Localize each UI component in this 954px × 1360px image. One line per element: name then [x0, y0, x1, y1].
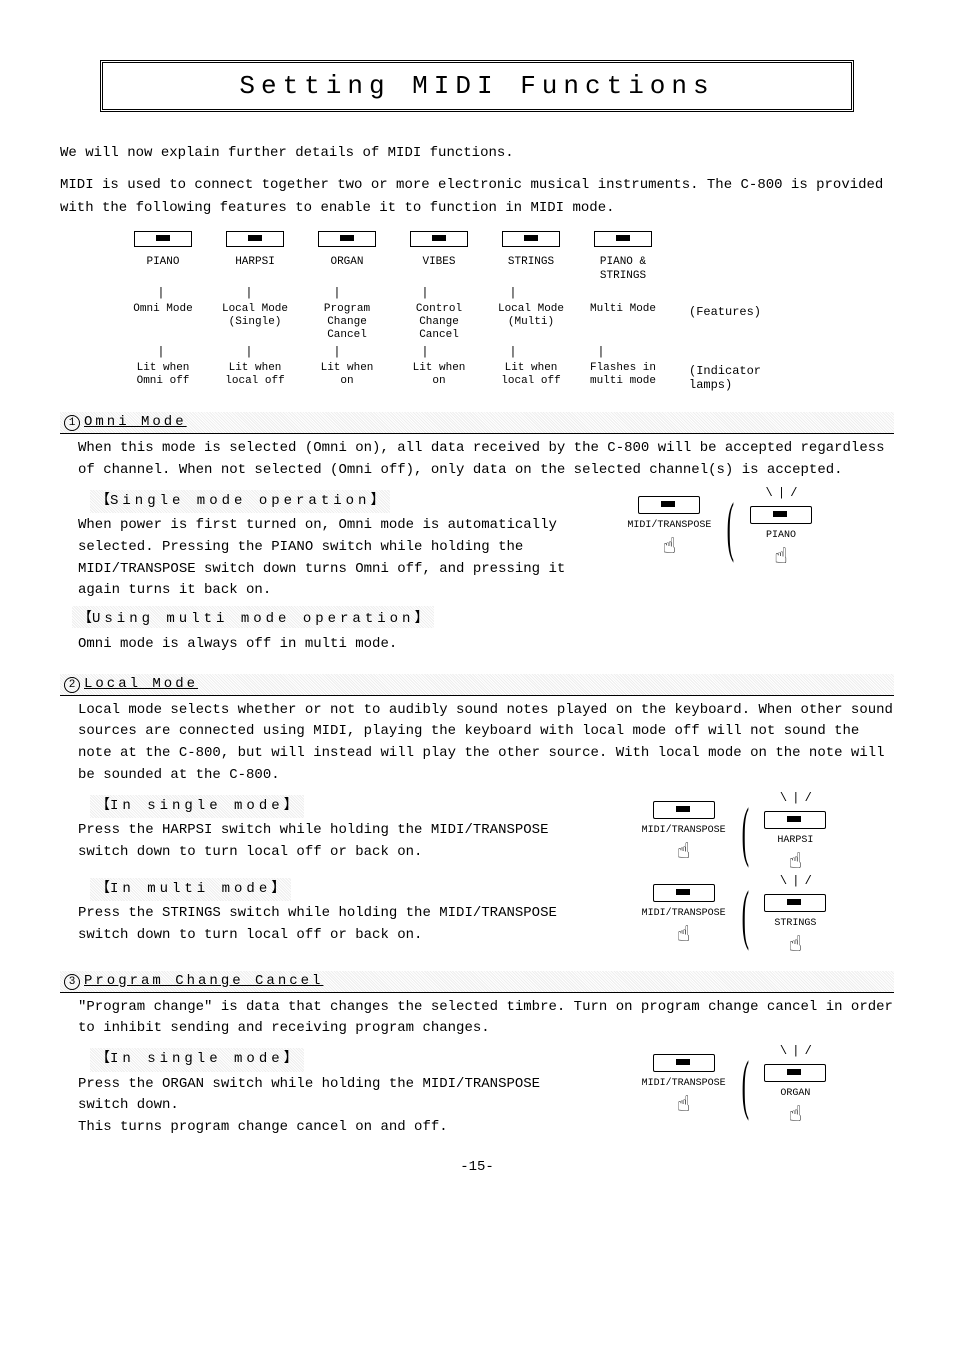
hand-icon: ☝	[789, 852, 802, 874]
hand-icon: ☝	[663, 537, 676, 559]
circled-number-icon: 1	[64, 415, 80, 431]
harpsi-switch-icon	[764, 811, 826, 829]
section-2-title: Local Mode	[84, 676, 198, 692]
indicator-label: Flashes in multi mode	[577, 360, 669, 390]
brace-open-icon: (	[741, 881, 748, 948]
switch-label: HARPSI	[777, 835, 813, 846]
sub-head-single: Single mode operation	[90, 490, 390, 514]
feature-label: Local Mode (Single)	[209, 301, 301, 331]
feature-label: Control Change Cancel	[393, 301, 485, 345]
feature-label: Local Mode (Multi)	[485, 301, 577, 331]
col-label: STRINGS	[485, 254, 577, 271]
sub-head-single: In single mode	[90, 1048, 304, 1072]
hand-icon: ☝	[677, 842, 690, 864]
strings-switch-icon	[502, 231, 560, 247]
midi-transpose-switch-icon	[638, 496, 700, 514]
sub-body: Press the STRINGS switch while holding t…	[78, 903, 574, 946]
feature-label: Program Change Cancel	[301, 301, 393, 345]
circled-number-icon: 2	[64, 677, 80, 693]
hand-icon: ☝	[677, 925, 690, 947]
switch-label: MIDI/TRANSPOSE	[642, 825, 726, 836]
indicator-side-label: (Indicator lamps)	[669, 360, 799, 392]
sub-head-multi: Using multi mode operation	[72, 606, 434, 628]
switch-label: MIDI/TRANSPOSE	[642, 908, 726, 919]
hand-icon: ☝	[789, 935, 802, 957]
section-2-head: 2Local Mode	[60, 674, 894, 696]
intro-para-1: We will now explain further details of M…	[60, 142, 894, 164]
piano-strings-switch-icon	[594, 231, 652, 247]
switch-illustration: MIDI/TRANSPOSE ☝ ( \ | / PIANO ☝ )	[574, 486, 894, 569]
switch-label: MIDI/TRANSPOSE	[642, 1078, 726, 1089]
circled-number-icon: 3	[64, 974, 80, 990]
page-title: Setting MIDI Functions	[100, 60, 854, 112]
indicator-label: Lit when local off	[209, 360, 301, 390]
indicator-label: Lit when on	[393, 360, 485, 390]
col-label: HARPSI	[209, 254, 301, 271]
brace-open-icon: (	[727, 494, 734, 561]
sub-body: Press the ORGAN switch while holding the…	[78, 1074, 574, 1139]
organ-switch-icon	[318, 231, 376, 247]
switch-label: PIANO	[766, 530, 796, 541]
section-1-title: Omni Mode	[84, 414, 187, 430]
indicator-label: Lit when local off	[485, 360, 577, 390]
features-side-label: (Features)	[669, 301, 799, 319]
flash-lines-icon: \ | /	[780, 1044, 811, 1058]
sub-head-single: In single mode	[90, 795, 304, 819]
hand-icon: ☝	[677, 1095, 690, 1117]
piano-switch-icon	[134, 231, 192, 247]
switch-illustration: MIDI/TRANSPOSE ☝ ( \ | / ORGAN ☝	[574, 1044, 894, 1127]
flash-lines-icon: \ | /	[780, 874, 811, 888]
vibes-switch-icon	[410, 231, 468, 247]
section-1-body: When this mode is selected (Omni on), al…	[60, 434, 894, 485]
midi-transpose-switch-icon	[653, 1054, 715, 1072]
sub-body: When power is first turned on, Omni mode…	[78, 515, 574, 602]
organ-switch-icon	[764, 1064, 826, 1082]
harpsi-switch-icon	[226, 231, 284, 247]
intro-para-2: MIDI is used to connect together two or …	[60, 174, 894, 219]
switch-label: MIDI/TRANSPOSE	[627, 520, 711, 531]
feature-label: Multi Mode	[577, 301, 669, 318]
piano-switch-icon	[750, 506, 812, 524]
section-3-head: 3Program Change Cancel	[60, 971, 894, 993]
hand-icon: ☝	[774, 547, 787, 569]
section-3-body: "Program change" is data that changes th…	[60, 993, 894, 1044]
page: Setting MIDI Functions We will now expla…	[0, 0, 954, 1195]
indicator-label: Lit when on	[301, 360, 393, 390]
brace-open-icon: (	[741, 1052, 748, 1119]
col-label: VIBES	[393, 254, 485, 271]
sub-head-multi: In multi mode	[90, 878, 291, 902]
sub-body: Press the HARPSI switch while holding th…	[78, 820, 574, 863]
page-number: -15-	[60, 1159, 894, 1175]
strings-switch-icon	[764, 894, 826, 912]
feature-label: Omni Mode	[117, 301, 209, 318]
feature-table: PIANO HARPSI ORGAN VIBES STRINGS PIANO &…	[117, 229, 837, 392]
col-label: PIANO	[117, 254, 209, 271]
flash-lines-icon: \ | /	[765, 486, 796, 500]
switch-illustration: MIDI/TRANSPOSE ☝ ( \ | / HARPSI ☝	[574, 791, 894, 874]
switch-label: STRINGS	[774, 918, 816, 929]
brace-open-icon: (	[741, 798, 748, 865]
section-2-body: Local mode selects whether or not to aud…	[60, 696, 894, 791]
hand-icon: ☝	[789, 1105, 802, 1127]
sub-body: Omni mode is always off in multi mode.	[60, 630, 894, 660]
col-label: ORGAN	[301, 254, 393, 271]
midi-transpose-switch-icon	[653, 884, 715, 902]
switch-label: ORGAN	[780, 1088, 810, 1099]
indicator-label: Lit when Omni off	[117, 360, 209, 390]
section-1-head: 1Omni Mode	[60, 412, 894, 434]
midi-transpose-switch-icon	[653, 801, 715, 819]
col-label: PIANO & STRINGS	[577, 254, 669, 284]
title-wrap: Setting MIDI Functions	[100, 60, 854, 112]
section-3-title703295 section-3-title: Program Change Cancel	[84, 973, 323, 989]
flash-lines-icon: \ | /	[780, 791, 811, 805]
switch-illustration: MIDI/TRANSPOSE ☝ ( \ | / STRINGS ☝	[574, 874, 894, 957]
